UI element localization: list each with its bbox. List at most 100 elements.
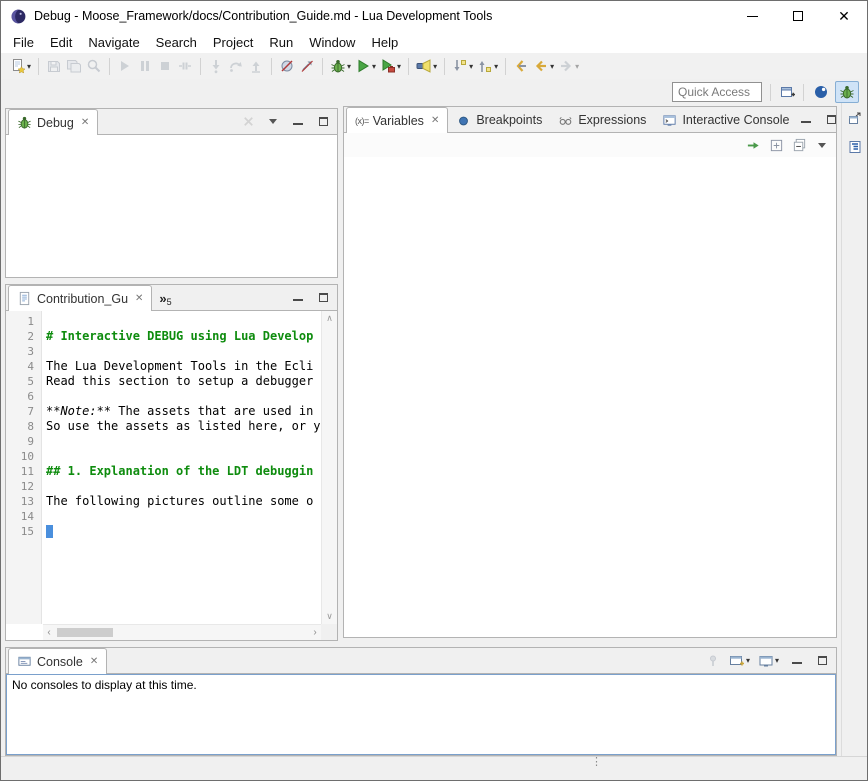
tab-console[interactable]: Console ✕ [8,648,107,674]
resume-button[interactable] [115,55,135,77]
show-logical-structures-button[interactable] [744,136,762,154]
menu-run[interactable]: Run [261,33,301,52]
quick-access-input[interactable]: Quick Access [672,82,762,102]
code-line [46,314,321,329]
tab-variables[interactable]: (x)=Variables✕ [346,107,448,133]
tab-contribution-guide[interactable]: Contribution_Gu ✕ [8,285,152,311]
previous-annotation-button[interactable]: ▾ [475,55,500,77]
minimize-window-button[interactable] [729,1,775,31]
dropdown-arrow-icon[interactable]: ▾ [775,656,779,665]
dropdown-arrow-icon[interactable]: ▾ [433,62,437,71]
display-selected-console-button[interactable]: ▾ [756,650,781,672]
line-number: 11 [6,464,41,479]
console-icon [17,654,32,669]
step-into-button[interactable] [206,55,226,77]
terminate-button[interactable] [155,55,175,77]
show-type-names-button[interactable] [767,136,785,154]
dropdown-arrow-icon[interactable]: ▾ [397,62,401,71]
close-window-button[interactable]: ✕ [821,1,867,31]
minimize-view-button[interactable] [788,652,806,670]
tab-debug[interactable]: Debug ✕ [8,109,98,135]
suspend-button[interactable] [135,55,155,77]
scroll-left-icon[interactable]: ‹ [43,627,55,638]
tab-expressions[interactable]: Expressions [550,108,654,132]
menu-project[interactable]: Project [205,33,261,52]
debug-perspective-button[interactable] [835,81,859,103]
step-return-button[interactable] [246,55,266,77]
close-icon[interactable]: ✕ [81,117,89,128]
remove-all-terminated-button[interactable] [239,113,257,131]
variables-view-panel: (x)=Variables✕BreakpointsExpressionsInte… [343,106,837,638]
open-resource-button[interactable] [84,55,104,77]
close-icon[interactable]: ✕ [431,115,439,126]
horizontal-scrollbar[interactable]: ‹ › [43,624,321,640]
next-annotation-button[interactable]: ▾ [450,55,475,77]
minimized-outline-view-button[interactable] [845,137,865,157]
menu-help[interactable]: Help [363,33,406,52]
disconnect-button[interactable] [175,55,195,77]
maximize-view-button[interactable] [314,113,332,131]
variables-view-body [344,157,836,637]
tab-interactive-console[interactable]: Interactive Console [654,108,797,132]
code-line: ## 1. Explanation of the LDT debuggin [46,464,321,479]
back-button[interactable]: ▾ [531,55,556,77]
vertical-scrollbar[interactable]: ∧ ∨ [321,311,337,624]
menu-window[interactable]: Window [301,33,363,52]
collapse-all-button[interactable] [790,136,808,154]
close-icon[interactable]: ✕ [90,656,98,667]
pin-console-button[interactable] [703,650,723,672]
editor-content[interactable]: 123456789101112131415 # Interactive DEBU… [6,311,321,624]
debug-view-toolbar [239,113,257,131]
lua-perspective-button[interactable] [809,81,833,103]
text-cursor [46,525,53,538]
view-menu-button[interactable] [813,136,831,154]
maximize-view-button[interactable] [813,652,831,670]
minimize-view-button[interactable] [289,113,307,131]
dropdown-arrow-icon[interactable]: ▾ [469,62,473,71]
tab-breakpoints[interactable]: Breakpoints [448,108,550,132]
remove-terminated-icon [241,114,256,129]
scrollbar-thumb[interactable] [57,628,113,637]
menu-file[interactable]: File [5,33,42,52]
menu-edit[interactable]: Edit [42,33,80,52]
title-bar: Debug - Moose_Framework/docs/Contributio… [1,1,867,31]
code-area[interactable]: # Interactive DEBUG using Lua DevelopThe… [42,311,321,624]
close-icon[interactable]: ✕ [135,293,143,304]
search-button[interactable]: ▾ [414,55,439,77]
toolbar-separator [444,58,445,75]
dropdown-arrow-icon[interactable]: ▾ [746,656,750,665]
dropdown-arrow-icon[interactable]: ▾ [347,62,351,71]
skip-all-breakpoints-button[interactable] [277,55,297,77]
minimize-view-button[interactable] [797,111,815,129]
run-button[interactable]: ▾ [353,55,378,77]
view-menu-button[interactable] [264,113,282,131]
dropdown-arrow-icon[interactable]: ▾ [372,62,376,71]
editor-tab-overflow[interactable]: » 5 [152,286,178,310]
dropdown-arrow-icon[interactable]: ▾ [494,62,498,71]
maximize-view-button[interactable] [314,289,332,307]
use-step-filters-button[interactable] [297,55,317,77]
last-edit-location-button[interactable] [511,55,531,77]
maximize-window-button[interactable] [775,1,821,31]
step-over-button[interactable] [226,55,246,77]
debug-button[interactable]: ▾ [328,55,353,77]
scroll-down-icon[interactable]: ∨ [326,611,333,622]
new-wizard-button[interactable]: ▾ [8,55,33,77]
open-perspective-button[interactable] [776,81,800,103]
menu-navigate[interactable]: Navigate [80,33,147,52]
restore-view-button[interactable] [845,109,865,129]
dropdown-arrow-icon[interactable]: ▾ [27,62,31,71]
dropdown-arrow-icon[interactable]: ▾ [575,62,579,71]
menu-search[interactable]: Search [148,33,205,52]
maximize-view-button[interactable] [822,111,840,129]
forward-button[interactable]: ▾ [556,55,581,77]
open-console-button[interactable]: ▾ [727,650,752,672]
minimize-view-button[interactable] [289,289,307,307]
sash-handle[interactable]: ⋮ [591,755,602,768]
external-tools-button[interactable]: ▾ [378,55,403,77]
save-all-button[interactable] [64,55,84,77]
save-button[interactable] [44,55,64,77]
scroll-right-icon[interactable]: › [309,627,321,638]
scroll-up-icon[interactable]: ∧ [326,313,333,324]
dropdown-arrow-icon[interactable]: ▾ [550,62,554,71]
